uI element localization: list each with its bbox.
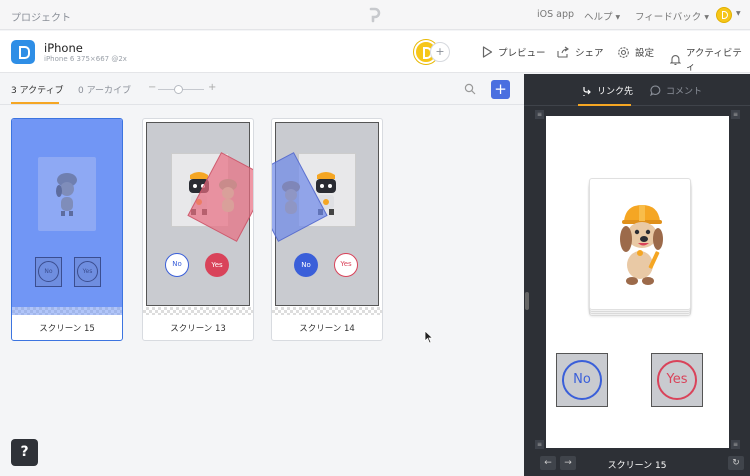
screen-thumbnail[interactable]: No Yes xyxy=(272,119,382,315)
tab-archive[interactable]: 0 アーカイブ xyxy=(78,83,131,96)
no-button-thumb: No xyxy=(165,253,189,277)
projects-link[interactable]: プロジェクト xyxy=(11,9,71,24)
help-menu[interactable]: ヘルプ ▼ xyxy=(584,9,620,23)
screen-card-13[interactable]: No Yes スクリーン 13 xyxy=(142,118,254,341)
dog-card-stack xyxy=(589,178,691,316)
yes-label: Yes xyxy=(657,360,697,400)
zoom-in-icon[interactable]: + xyxy=(208,82,216,93)
help-button[interactable]: ? xyxy=(11,439,38,466)
search-icon[interactable] xyxy=(464,83,476,95)
zoom-slider[interactable]: − + xyxy=(148,82,218,95)
expand-icon[interactable]: ≡ xyxy=(731,440,740,449)
zoom-handle[interactable] xyxy=(174,85,184,94)
feedback-menu[interactable]: フィードバック ▼ xyxy=(635,9,709,23)
dog-illustration-icon xyxy=(219,179,237,212)
screen-name: スクリーン 15 xyxy=(39,324,95,334)
share-button[interactable]: シェア xyxy=(557,45,604,59)
tab-links-label: リンク先 xyxy=(597,87,634,97)
device-name: iPhone xyxy=(44,41,83,55)
user-avatar[interactable] xyxy=(716,7,732,23)
activity-button[interactable]: アクティビティ xyxy=(670,45,750,73)
yes-button-thumb: Yes xyxy=(74,257,101,287)
tab-comments[interactable]: コメント xyxy=(650,84,702,97)
settings-label: 設定 xyxy=(635,48,655,59)
add-collaborator-button[interactable]: + xyxy=(430,42,450,62)
share-label: シェア xyxy=(575,48,604,59)
tab-links[interactable]: リンク先 xyxy=(582,84,633,97)
screen-name: スクリーン 13 xyxy=(170,324,226,334)
link-icon xyxy=(583,86,591,96)
active-tab-indicator xyxy=(578,104,631,106)
preview-button[interactable]: プレビュー xyxy=(482,45,546,59)
panel-resize-handle[interactable] xyxy=(525,292,529,310)
ios-app-link[interactable]: iOS app xyxy=(537,9,574,20)
yes-button-thumb: Yes xyxy=(334,253,358,277)
no-button-preview[interactable]: No xyxy=(556,353,608,407)
no-label: No xyxy=(38,261,59,282)
screen-thumbnail[interactable]: No Yes xyxy=(12,119,122,315)
screen-preview[interactable]: No Yes xyxy=(546,116,729,448)
project-header: iPhone iPhone 6 375×667 @2x + プレビュー シェア … xyxy=(0,31,750,73)
mouse-cursor-icon xyxy=(424,330,434,344)
tab-active[interactable]: 3 アクティブ xyxy=(11,83,64,96)
top-bar: プロジェクト iOS app ヘルプ ▼ フィードバック ▼ ▼ xyxy=(0,0,750,30)
comment-icon xyxy=(650,85,661,96)
preview-nav: ← → スクリーン 15 ↻ xyxy=(524,450,750,476)
feedback-menu-label: フィードバック xyxy=(635,12,702,23)
settings-button[interactable]: 設定 xyxy=(617,45,654,59)
expand-icon[interactable]: ≡ xyxy=(535,440,544,449)
help-menu-label: ヘルプ xyxy=(584,12,613,23)
device-meta: iPhone 6 375×667 @2x xyxy=(44,55,127,63)
dog-card xyxy=(589,178,691,310)
expand-icon[interactable]: ≡ xyxy=(731,110,740,119)
proto-logo-icon[interactable] xyxy=(368,7,382,23)
checker-strip xyxy=(272,307,382,315)
dog-illustration-icon xyxy=(56,173,77,216)
yes-label: Yes xyxy=(77,261,98,282)
screen-tabs: 3 アクティブ 0 アーカイブ − + + xyxy=(0,74,524,105)
screens-workspace: 3 アクティブ 0 アーカイブ − + + No Yes スクリーン 15 No… xyxy=(0,74,524,476)
gear-icon xyxy=(618,46,629,58)
screen-name: スクリーン 14 xyxy=(299,324,355,334)
chevron-down-icon[interactable]: ▼ xyxy=(736,10,741,17)
inspector-tabs: リンク先 コメント xyxy=(524,74,750,106)
add-screen-button[interactable]: + xyxy=(491,80,510,99)
no-button-thumb: No xyxy=(294,253,318,277)
tab-comments-label: コメント xyxy=(666,87,703,97)
bell-icon xyxy=(670,54,681,65)
preview-label: プレビュー xyxy=(498,48,546,59)
chevron-down-icon: ▼ xyxy=(704,14,709,21)
yes-button-thumb: Yes xyxy=(205,253,229,277)
expand-icon[interactable]: ≡ xyxy=(535,110,544,119)
refresh-icon[interactable]: ↻ xyxy=(728,456,744,470)
inspector-panel: リンク先 コメント ≡ ≡ ≡ ≡ No Yes ← → スクリーン 15 ↻ xyxy=(524,74,750,476)
checker-strip xyxy=(143,307,253,315)
dog-illustration-icon xyxy=(282,181,300,214)
app-icon xyxy=(11,40,35,64)
dog-illustration-icon xyxy=(620,205,663,285)
screen-card-14[interactable]: No Yes スクリーン 14 xyxy=(271,118,383,341)
play-icon xyxy=(482,46,493,58)
screen-card-15[interactable]: No Yes スクリーン 15 xyxy=(11,118,123,341)
current-screen-name: スクリーン 15 xyxy=(607,461,667,471)
yes-button-preview[interactable]: Yes xyxy=(651,353,703,407)
share-icon xyxy=(557,46,569,58)
screen-thumbnail[interactable]: No Yes xyxy=(143,119,253,315)
zoom-out-icon[interactable]: − xyxy=(148,82,156,93)
chevron-down-icon: ▼ xyxy=(615,14,621,21)
no-button-thumb: No xyxy=(35,257,62,287)
collaborators: + xyxy=(414,40,454,64)
no-label: No xyxy=(562,360,602,400)
checker-strip xyxy=(12,307,122,315)
activity-label: アクティビティ xyxy=(685,48,742,73)
active-tab-indicator xyxy=(11,102,59,104)
